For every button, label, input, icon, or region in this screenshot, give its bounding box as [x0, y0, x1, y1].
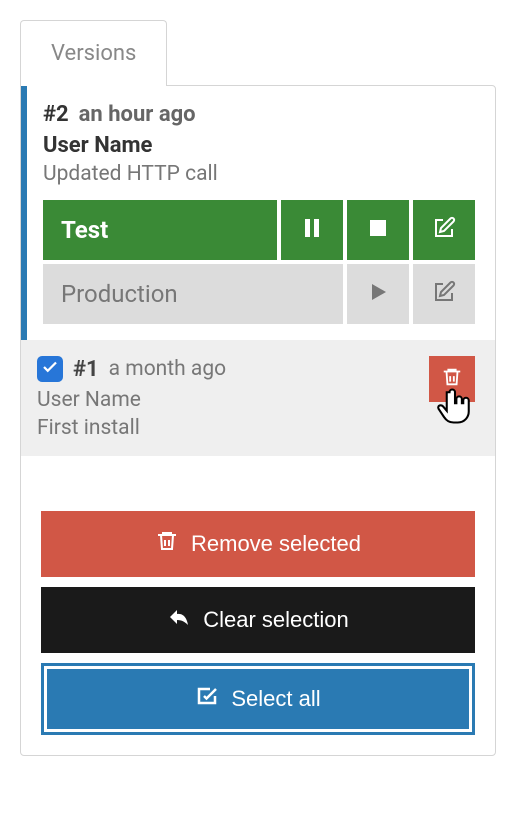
- panel-content: #2 an hour ago User Name Updated HTTP ca…: [20, 85, 496, 756]
- trash-icon: [155, 529, 179, 559]
- button-label: Remove selected: [191, 531, 361, 557]
- version-time: a month ago: [109, 357, 226, 381]
- versions-panel: Versions #2 an hour ago User Name Update…: [20, 20, 496, 756]
- play-button[interactable]: [347, 264, 409, 324]
- check-square-icon: [195, 684, 219, 714]
- pause-icon: [300, 216, 324, 244]
- version-number: #1: [73, 357, 99, 382]
- version-header: #2 an hour ago: [43, 102, 475, 127]
- version-item: #2 an hour ago User Name Updated HTTP ca…: [21, 86, 495, 340]
- button-label: Clear selection: [203, 607, 349, 633]
- remove-selected-button[interactable]: Remove selected: [41, 511, 475, 577]
- environment-row-production: Production: [43, 264, 475, 324]
- version-number: #2: [43, 102, 69, 127]
- select-all-button[interactable]: Select all: [41, 663, 475, 735]
- version-description: First install: [37, 416, 475, 440]
- version-header: #1 a month ago: [37, 356, 475, 382]
- version-user: User Name: [43, 133, 475, 158]
- action-buttons: Remove selected Clear selection Select a…: [21, 511, 495, 735]
- delete-button[interactable]: [429, 356, 475, 402]
- edit-icon: [432, 216, 456, 244]
- trash-icon: [441, 366, 463, 392]
- environment-row-test: Test: [43, 200, 475, 260]
- environment-label: Test: [43, 200, 277, 260]
- edit-icon: [432, 280, 456, 308]
- button-label: Select all: [231, 686, 320, 712]
- edit-button[interactable]: [413, 200, 475, 260]
- stop-icon: [366, 216, 390, 244]
- environment-label: Production: [43, 264, 343, 324]
- check-icon: [41, 358, 59, 380]
- pause-button[interactable]: [281, 200, 343, 260]
- play-icon: [366, 280, 390, 308]
- clear-selection-button[interactable]: Clear selection: [41, 587, 475, 653]
- environments-table: Test: [43, 200, 475, 324]
- version-checkbox[interactable]: [37, 356, 63, 382]
- version-description: Updated HTTP call: [43, 162, 475, 186]
- version-time: an hour ago: [79, 102, 196, 127]
- tab-versions[interactable]: Versions: [20, 20, 167, 86]
- reply-icon: [167, 605, 191, 635]
- edit-button[interactable]: [413, 264, 475, 324]
- version-user: User Name: [37, 388, 475, 412]
- version-item: #1 a month ago User Name First install: [21, 340, 495, 456]
- tab-label: Versions: [51, 41, 136, 66]
- stop-button[interactable]: [347, 200, 409, 260]
